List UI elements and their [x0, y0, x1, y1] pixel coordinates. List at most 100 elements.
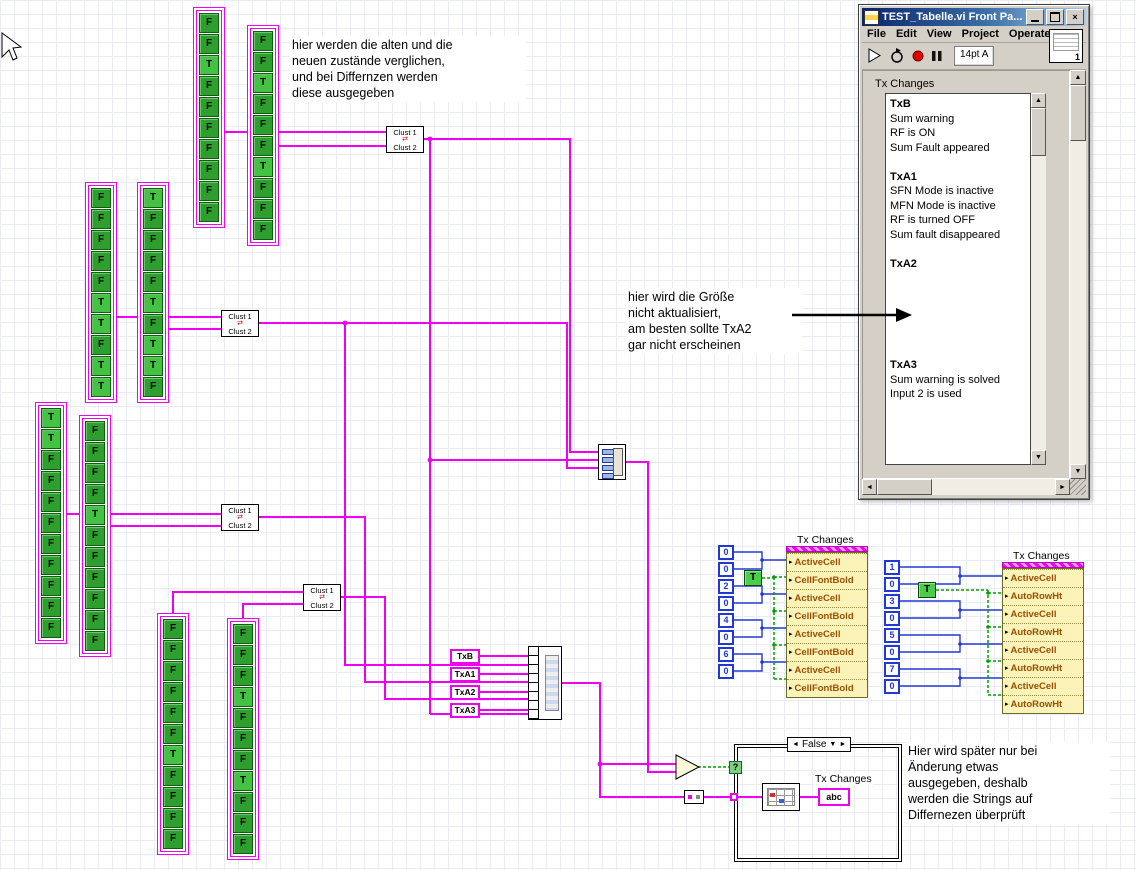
numeric-constant[interactable]: 6	[718, 647, 734, 662]
boolean-array-constant[interactable]: FFFTFFFTFFF	[230, 621, 256, 857]
boolean-cell[interactable]: F	[233, 645, 253, 665]
boolean-cell[interactable]: T	[91, 356, 111, 376]
boolean-cell[interactable]: F	[41, 450, 61, 470]
font-selector[interactable]: 14pt A	[954, 46, 995, 66]
property-item[interactable]: ▸ ActiveCell	[1003, 569, 1083, 587]
property-item[interactable]: ▸ AutoRowHt	[1003, 587, 1083, 605]
boolean-cell[interactable]: F	[85, 547, 105, 567]
boolean-cell[interactable]: F	[253, 220, 273, 240]
boolean-cell[interactable]: F	[91, 230, 111, 250]
cluster-compare-node[interactable]: Clust 1 ⇄ Clust 2	[303, 584, 341, 611]
string-constant[interactable]: TxA1	[450, 667, 480, 682]
boolean-cell[interactable]: F	[91, 209, 111, 229]
numeric-constant[interactable]: 2	[718, 579, 734, 594]
boolean-cell[interactable]: F	[163, 661, 183, 681]
string-indicator[interactable]: abc	[818, 788, 850, 806]
case-selector-label[interactable]: False	[802, 739, 826, 750]
boolean-cell[interactable]: F	[199, 139, 219, 159]
boolean-cell[interactable]: F	[41, 597, 61, 617]
property-item[interactable]: ▸ CellFontBold	[787, 607, 867, 625]
property-item[interactable]: ▸ CellFontBold	[787, 571, 867, 589]
boolean-cell[interactable]: F	[41, 471, 61, 491]
boolean-cell[interactable]: F	[199, 97, 219, 117]
boolean-cell[interactable]: F	[41, 618, 61, 638]
boolean-cell[interactable]: F	[253, 199, 273, 219]
menu-item[interactable]: File	[862, 27, 891, 41]
boolean-array-constant[interactable]: FFTFFFFFFF	[196, 10, 222, 225]
boolean-cell[interactable]: F	[233, 708, 253, 728]
boolean-true-constant[interactable]: T	[918, 582, 936, 598]
case-dropdown-icon[interactable]: ▼	[829, 741, 836, 748]
boolean-cell[interactable]: F	[91, 251, 111, 271]
property-item[interactable]: ▸ ActiveCell	[787, 553, 867, 571]
boolean-array-constant[interactable]: TFFFFTFTTF	[140, 185, 166, 400]
scroll-thumb[interactable]	[1070, 85, 1086, 141]
boolean-array-constant[interactable]: FFFFTFFFFFF	[82, 418, 108, 654]
boolean-cell[interactable]: T	[91, 293, 111, 313]
property-item[interactable]: ▸ AutoRowHt	[1003, 623, 1083, 641]
boolean-cell[interactable]: F	[163, 766, 183, 786]
boolean-cell[interactable]: T	[41, 408, 61, 428]
property-item[interactable]: ▸ ActiveCell	[787, 589, 867, 607]
boolean-true-constant[interactable]: T	[744, 570, 762, 586]
boolean-cell[interactable]: F	[143, 272, 163, 292]
scroll-left-button[interactable]: ◄	[862, 479, 877, 495]
numeric-constant[interactable]: 0	[718, 596, 734, 611]
boolean-array-constant[interactable]: FFFFFTTFTT	[88, 185, 114, 400]
boolean-cell[interactable]: T	[199, 55, 219, 75]
boolean-cell[interactable]: F	[163, 682, 183, 702]
boolean-cell[interactable]: F	[199, 160, 219, 180]
numeric-constant[interactable]: 0	[718, 562, 734, 577]
scroll-up-button[interactable]: ▲	[1031, 93, 1046, 108]
boolean-cell[interactable]: F	[143, 377, 163, 397]
boolean-cell[interactable]: F	[85, 463, 105, 483]
run-button[interactable]	[866, 47, 884, 65]
property-node-autorowht[interactable]: ▸ ActiveCell ▸ AutoRowHt ▸ ActiveCell ▸ AutoRow…	[1002, 568, 1084, 714]
numeric-constant[interactable]: 0	[884, 645, 900, 660]
not-equal-comparison-node[interactable]	[675, 754, 701, 780]
boolean-cell[interactable]: F	[253, 94, 273, 114]
boolean-cell[interactable]: F	[41, 576, 61, 596]
boolean-cell[interactable]: F	[233, 666, 253, 686]
boolean-cell[interactable]: F	[163, 808, 183, 828]
boolean-cell[interactable]: T	[143, 356, 163, 376]
property-item[interactable]: ▸ ActiveCell	[787, 625, 867, 643]
boolean-cell[interactable]: F	[163, 787, 183, 807]
cluster-compare-node[interactable]: Clust 1 ⇄ Clust 2	[386, 126, 424, 153]
numeric-constant[interactable]: 0	[884, 577, 900, 592]
boolean-cell[interactable]: F	[91, 335, 111, 355]
string-function-node[interactable]	[684, 790, 704, 804]
boolean-cell[interactable]: F	[233, 624, 253, 644]
boolean-cell[interactable]: F	[85, 589, 105, 609]
minimize-button[interactable]	[1026, 9, 1044, 25]
property-item[interactable]: ▸ ActiveCell	[787, 661, 867, 679]
case-next-icon[interactable]: ►	[839, 741, 846, 748]
vi-icon[interactable]: 1	[1049, 29, 1083, 63]
boolean-cell[interactable]: F	[199, 76, 219, 96]
boolean-cell[interactable]: F	[41, 555, 61, 575]
menu-item[interactable]: View	[922, 27, 957, 41]
string-constant[interactable]: TxA3	[450, 703, 480, 718]
interleave-arrays-node[interactable]	[598, 444, 626, 480]
table-scrollbar[interactable]: ▲ ▼	[1031, 93, 1046, 465]
scroll-down-button[interactable]: ▼	[1031, 450, 1046, 465]
panel-hscrollbar[interactable]: ◄ ►	[862, 479, 1070, 495]
string-constant[interactable]: TxB	[450, 649, 480, 664]
boolean-cell[interactable]: T	[253, 157, 273, 177]
property-item[interactable]: ▸ CellFontBold	[787, 679, 867, 697]
abort-button[interactable]	[910, 48, 926, 64]
string-constant[interactable]: TxA2	[450, 685, 480, 700]
cluster-compare-node[interactable]: Clust 1 ⇄ Clust 2	[221, 310, 259, 337]
boolean-cell[interactable]: F	[91, 188, 111, 208]
boolean-cell[interactable]: F	[41, 534, 61, 554]
boolean-cell[interactable]: F	[163, 724, 183, 744]
menu-item[interactable]: Edit	[891, 27, 922, 41]
numeric-constant[interactable]: 0	[884, 611, 900, 626]
boolean-cell[interactable]: F	[253, 115, 273, 135]
boolean-cell[interactable]: F	[233, 834, 253, 854]
boolean-cell[interactable]: T	[253, 73, 273, 93]
property-item[interactable]: ▸ CellFontBold	[787, 643, 867, 661]
boolean-cell[interactable]: F	[233, 792, 253, 812]
boolean-cell[interactable]: F	[253, 178, 273, 198]
boolean-cell[interactable]: F	[85, 421, 105, 441]
